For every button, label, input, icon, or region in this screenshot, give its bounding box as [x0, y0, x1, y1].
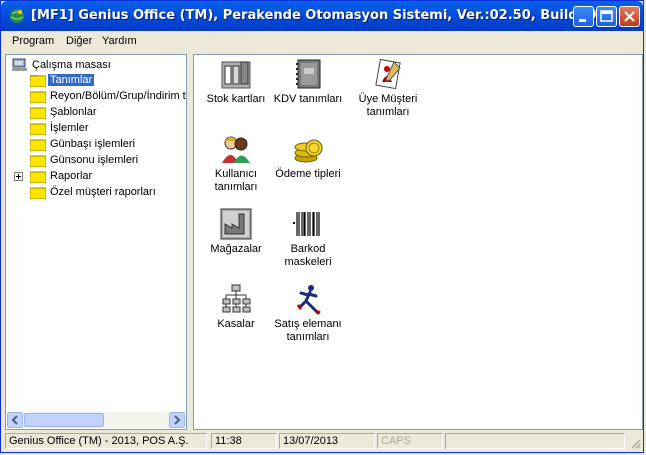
- item-kullanici[interactable]: Kullanıcı tanımları: [196, 133, 276, 194]
- item-label: Stok kartları: [206, 93, 266, 105]
- horizontal-scrollbar[interactable]: [7, 412, 185, 428]
- tree-root-label: Çalışma masası: [32, 59, 111, 71]
- item-stok-kartlari[interactable]: Stok kartları: [196, 58, 276, 106]
- status-empty-panel: [445, 433, 625, 449]
- notebook-icon: [296, 59, 321, 89]
- status-caps: CAPS: [377, 433, 443, 449]
- resize-grip-icon[interactable]: [629, 437, 641, 449]
- coins-icon: [294, 139, 323, 163]
- registers-network-icon: [222, 284, 251, 313]
- status-time: 11:38: [211, 433, 277, 449]
- item-label: Satış elemanı tanımları: [274, 318, 342, 343]
- users-icon: [222, 136, 250, 163]
- scroll-left-icon[interactable]: [7, 412, 23, 428]
- scroll-right-icon[interactable]: [169, 412, 185, 428]
- folder-icon: [30, 155, 46, 167]
- item-label: Mağazalar: [210, 243, 262, 255]
- folder-icon: [30, 91, 46, 103]
- tree-item-label: Raporlar: [50, 170, 93, 182]
- app-globe-icon: [10, 9, 24, 23]
- item-label: Kasalar: [217, 318, 255, 330]
- item-magazalar[interactable]: Mağazalar: [196, 208, 276, 256]
- maximize-icon: [600, 10, 613, 22]
- minimize-icon: [579, 19, 586, 22]
- tree-item-raporlar[interactable]: Raporlar: [14, 169, 184, 185]
- maximize-button[interactable]: [596, 6, 617, 27]
- tree-item-label: Özel müşteri raporları: [50, 186, 156, 198]
- item-satis-elemani[interactable]: Satış elemanı tanımları: [268, 283, 348, 344]
- item-label: Üye Müşteri tanımları: [358, 93, 418, 118]
- menu-diger[interactable]: Diğer: [66, 35, 92, 47]
- tree-item-label: Günsonu işlemleri: [50, 154, 139, 166]
- shelf-icon: [221, 61, 251, 89]
- item-kasalar[interactable]: Kasalar: [196, 283, 276, 331]
- item-barkod[interactable]: Barkod maskeleri: [268, 208, 348, 269]
- item-label: Barkod maskeleri: [284, 243, 332, 268]
- close-button[interactable]: [619, 6, 640, 27]
- desktop-icon: [12, 58, 27, 71]
- tree-item-label: İşlemler: [50, 122, 89, 134]
- menu-yardim[interactable]: Yardım: [102, 35, 137, 47]
- folder-icon: [30, 75, 46, 87]
- minimize-button[interactable]: [573, 6, 594, 27]
- content-area: Çalışma masası Tanımlar Reyon/Bölüm/Grup…: [5, 54, 643, 430]
- menu-bar: Program Diğer Yardım: [1, 31, 643, 51]
- barcode-icon: [293, 212, 320, 236]
- item-label: KDV tanımları: [273, 93, 343, 105]
- item-odeme-tipleri[interactable]: Ödeme tipleri: [268, 133, 348, 181]
- item-kdv-tanimlari[interactable]: KDV tanımları: [268, 58, 348, 106]
- window-title: [MF1] Genius Office (TM), Perakende Otom…: [31, 8, 615, 23]
- factory-icon: [220, 208, 252, 240]
- main-window: [MF1] Genius Office (TM), Perakende Otom…: [0, 0, 644, 453]
- tree-view[interactable]: Çalışma masası Tanımlar Reyon/Bölüm/Grup…: [5, 54, 187, 430]
- title-bar[interactable]: [MF1] Genius Office (TM), Perakende Otom…: [1, 1, 643, 31]
- item-label: Ödeme tipleri: [275, 168, 341, 180]
- tree-item-label: Şablonlar: [50, 106, 97, 118]
- item-uye-musteri[interactable]: Üye Müşteri tanımları: [348, 58, 428, 119]
- folder-icon: [30, 171, 46, 183]
- tree-item-label: Reyon/Bölüm/Grup/İndirim t: [50, 90, 186, 102]
- folder-icon: [30, 123, 46, 135]
- status-date: 13/07/2013: [279, 433, 375, 449]
- tree-item-label: Tanımlar: [48, 74, 95, 86]
- folder-icon: [30, 107, 46, 119]
- menu-program[interactable]: Program: [12, 35, 54, 47]
- close-icon: [624, 11, 635, 22]
- status-bar: Genius Office (TM) - 2013, POS A.Ş. 11:3…: [1, 431, 643, 451]
- scroll-thumb[interactable]: [24, 413, 104, 427]
- running-person-icon: [296, 285, 321, 315]
- folder-icon: [30, 139, 46, 151]
- expand-plus-icon[interactable]: [14, 172, 23, 181]
- member-card-icon: [375, 58, 401, 90]
- item-label: Kullanıcı tanımları: [214, 168, 258, 193]
- status-company: Genius Office (TM) - 2013, POS A.Ş.: [5, 433, 207, 449]
- folder-icon: [30, 187, 46, 199]
- tree-item-label: Günbaşı işlemleri: [50, 138, 135, 150]
- icon-view: Stok kartları KDV tanımları Üye Müşteri …: [193, 54, 643, 430]
